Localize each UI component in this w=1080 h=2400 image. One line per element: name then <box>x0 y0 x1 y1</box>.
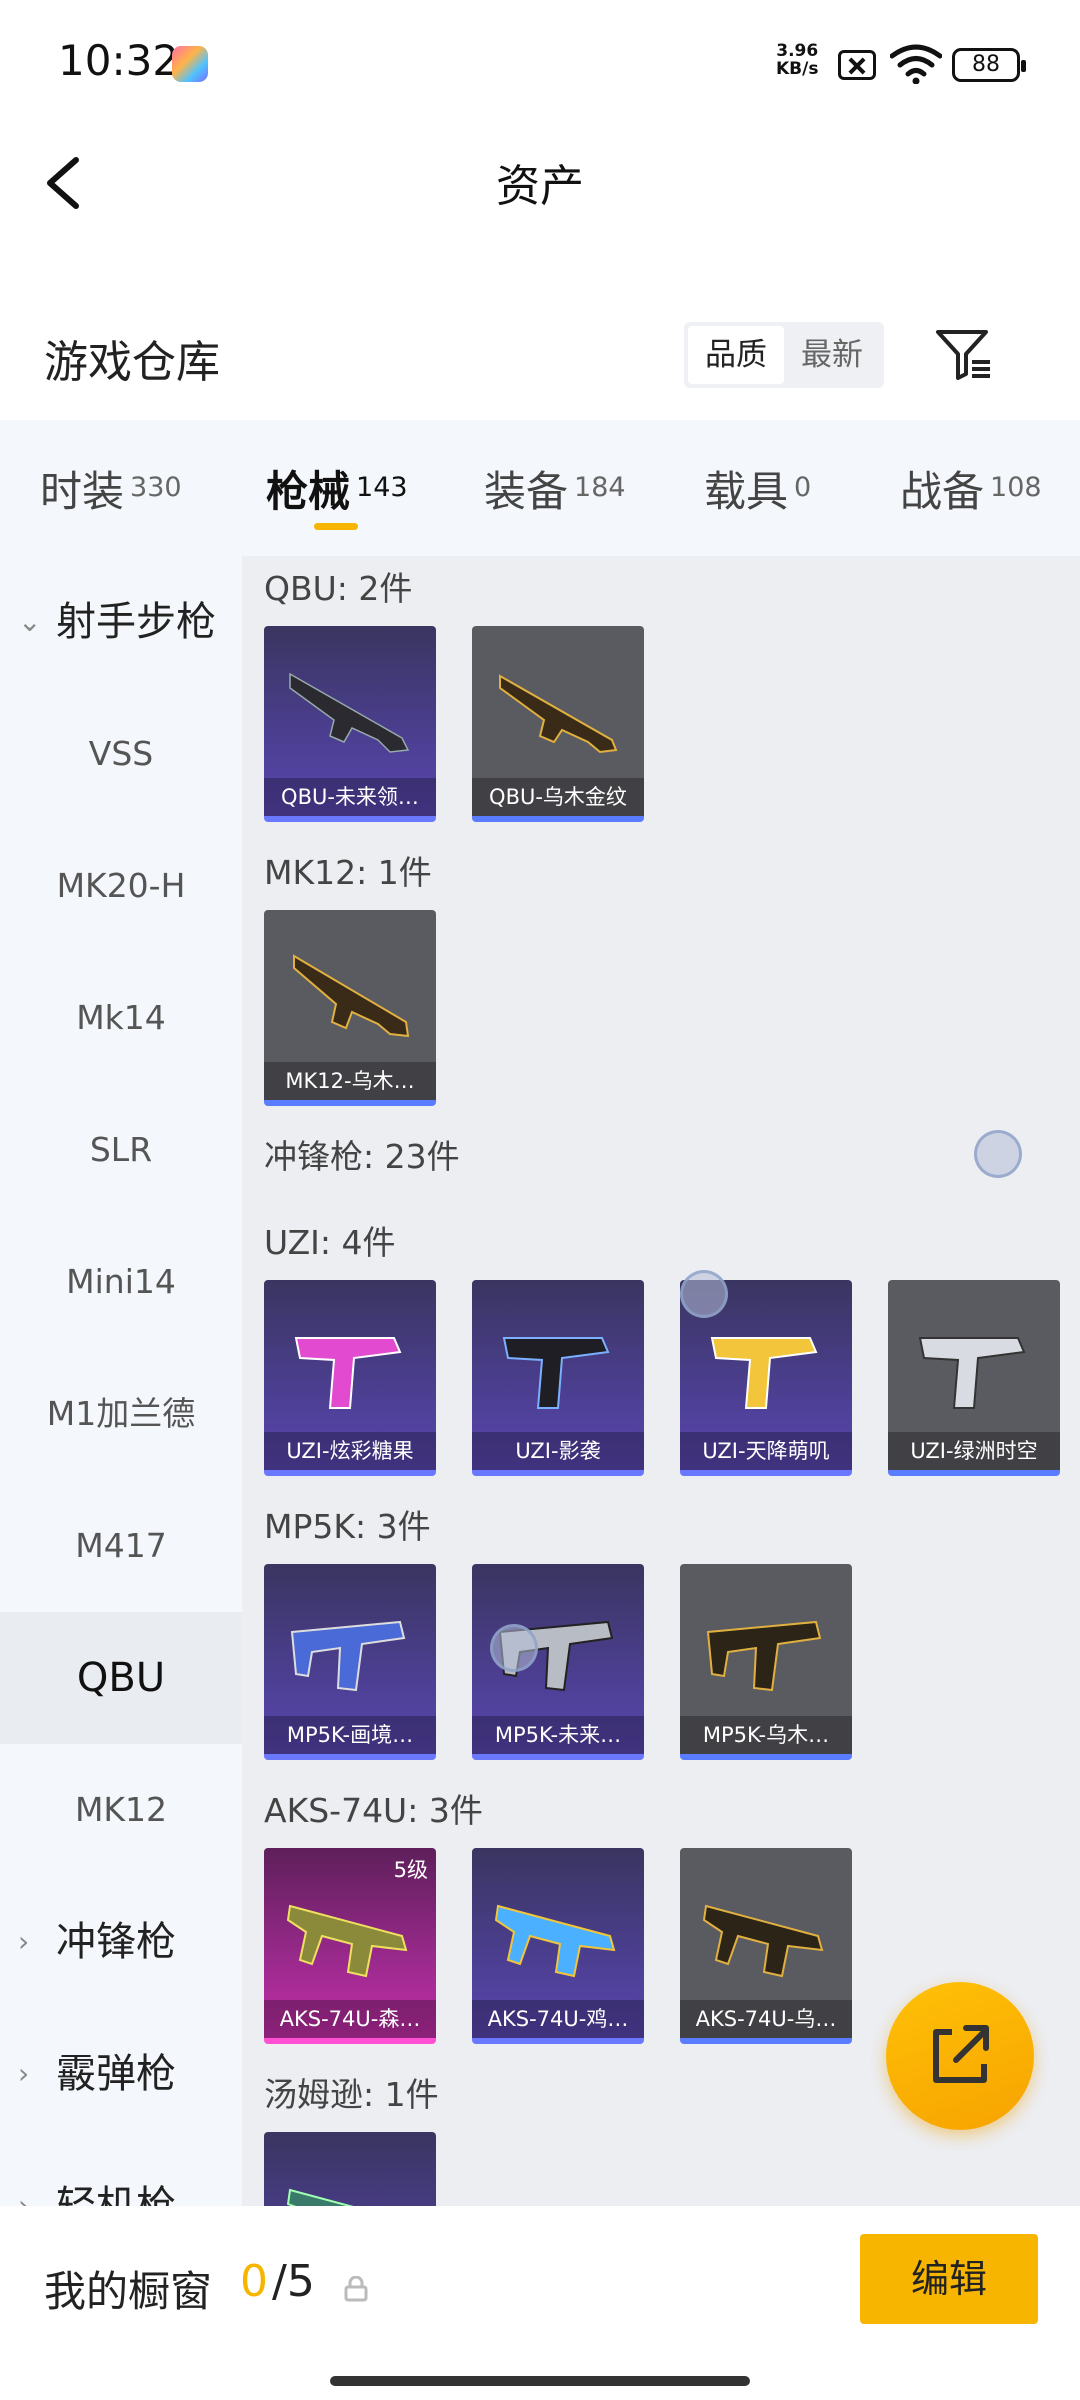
section-title-thompson: 汤姆逊: 1件 <box>264 2075 439 2114</box>
chevron-right-icon: › <box>18 1925 30 1958</box>
weapon-card[interactable]: UZI-炫彩糖果 <box>264 1280 436 1476</box>
weapon-card[interactable]: AKS-74U-乌… <box>680 1848 852 2044</box>
weapon-card[interactable]: AKS-74U-鸡… <box>472 1848 644 2044</box>
weapon-card[interactable]: MP5K-乌木… <box>680 1564 852 1760</box>
weapon-name: UZI-影袭 <box>472 1432 644 1470</box>
weapon-card[interactable]: UZI-影袭 <box>472 1280 644 1476</box>
sidebar-item-mk14[interactable]: Mk14 <box>0 952 242 1084</box>
weapon-name: AKS-74U-乌… <box>680 2000 852 2038</box>
filter-icon[interactable] <box>934 326 994 382</box>
level-badge: 5级 <box>393 1858 428 1882</box>
warehouse-title: 游戏仓库 <box>44 337 220 388</box>
weapon-name: QBU-未来领… <box>264 778 436 816</box>
section-title-mp5k: MP5K: 3件 <box>264 1507 431 1546</box>
rifle-dark-icon <box>289 672 410 753</box>
sidebar-item-mini14[interactable]: Mini14 <box>0 1216 242 1348</box>
sidebar-group-shotgun[interactable]: › 霰弹枪 <box>0 2008 242 2140</box>
network-speed-value: 3.96 <box>776 41 819 61</box>
weapon-list: QBU: 2件 QBU-未来领… QBU-乌木金纹 MK12: 1件 MK12-… <box>242 556 1080 2206</box>
weapon-name: UZI-炫彩糖果 <box>264 1432 436 1470</box>
weapon-name: UZI-天降萌叽 <box>680 1432 852 1470</box>
section-title-qbu: QBU: 2件 <box>264 569 413 608</box>
lock-icon <box>344 2276 368 2302</box>
aks-gold-icon <box>702 1904 824 1978</box>
sidebar-group-lmg[interactable]: › 轻机枪 <box>0 2140 242 2206</box>
network-speed: 3.96 KB/s <box>776 42 818 78</box>
sidebar-item-mk12[interactable]: MK12 <box>0 1744 242 1876</box>
mp5k-gold-icon <box>706 1620 822 1692</box>
weapon-name: MK12-乌木… <box>264 1062 436 1100</box>
weapon-type-sidebar: ⌄ 射手步枪 VSS MK20-H Mk14 SLR Mini14 M1加兰德 M… <box>0 556 242 2206</box>
weapon-card[interactable]: MP5K-画境… <box>264 1564 436 1760</box>
share-external-icon <box>933 2025 989 2083</box>
active-tab-indicator <box>314 523 358 530</box>
aks-camo-icon <box>286 1904 408 1978</box>
sidebar-item-vss[interactable]: VSS <box>0 688 242 820</box>
home-indicator <box>330 2376 750 2386</box>
sidebar-group-smg[interactable]: › 冲锋枪 <box>0 1876 242 2008</box>
sidebar-item-mk20h[interactable]: MK20-H <box>0 820 242 952</box>
uzi-yellow-icon <box>710 1337 818 1409</box>
chevron-down-icon: ⌄ <box>18 605 42 638</box>
showcase-current-count: 0 <box>240 2256 268 2307</box>
touch-indicator <box>680 1270 728 1318</box>
section-title-mk12: MK12: 1件 <box>264 853 432 892</box>
weapon-name: UZI-绿洲时空 <box>888 1432 1060 1470</box>
sidebar-item-qbu[interactable]: QBU <box>0 1612 242 1744</box>
sidebar-group-marksman[interactable]: ⌄ 射手步枪 <box>0 556 242 688</box>
sort-toggle: 品质 最新 <box>684 322 884 388</box>
weapon-name: MP5K-画境… <box>264 1716 436 1754</box>
weapon-name: QBU-乌木金纹 <box>472 778 644 816</box>
uzi-silver-icon <box>918 1337 1026 1409</box>
weapon-name: AKS-74U-鸡… <box>472 2000 644 2038</box>
aks-blue-icon <box>494 1904 616 1978</box>
status-time: 10:32 <box>58 36 180 85</box>
share-button[interactable] <box>886 1982 1034 2130</box>
rifle-gold-icon <box>499 674 618 754</box>
touch-indicator <box>490 1624 538 1672</box>
rifle-gold-icon <box>293 954 410 1038</box>
wifi-icon <box>890 44 942 84</box>
showcase-bar: 我的橱窗 0 /5 编辑 <box>0 2206 1080 2400</box>
sidebar-item-m1-garand[interactable]: M1加兰德 <box>0 1348 242 1480</box>
sidebar-item-slr[interactable]: SLR <box>0 1084 242 1216</box>
sort-quality-button[interactable]: 品质 <box>688 326 784 384</box>
no-sim-icon <box>838 50 876 80</box>
tab-equipment[interactable]: 装备 184 <box>484 458 626 518</box>
section-title-uzi: UZI: 4件 <box>264 1223 396 1262</box>
weapon-card[interactable] <box>264 2132 436 2206</box>
weapon-card[interactable]: 5级 AKS-74U-森… <box>264 1848 436 2044</box>
network-speed-unit: KB/s <box>776 59 819 79</box>
section-title-smg: 冲锋枪: 23件 <box>264 1137 460 1176</box>
status-bar: 10:32 3.96 KB/s 88 <box>0 0 1080 130</box>
tab-vehicles[interactable]: 载具 0 <box>704 458 811 518</box>
weapon-card[interactable]: UZI-绿洲时空 <box>888 1280 1060 1476</box>
chevron-right-icon: › <box>18 2057 30 2090</box>
uzi-dark-icon <box>502 1337 610 1409</box>
sidebar-item-m417[interactable]: M417 <box>0 1480 242 1612</box>
mp5k-blue-icon <box>290 1620 406 1692</box>
page-title: 资产 <box>496 161 584 212</box>
weapon-card[interactable]: MK12-乌木… <box>264 910 436 1106</box>
chevron-right-icon: › <box>18 2189 30 2206</box>
weapon-name: AKS-74U-森… <box>264 2000 436 2038</box>
edit-button[interactable]: 编辑 <box>860 2234 1038 2324</box>
battery-indicator: 88 <box>952 48 1026 82</box>
tab-supplies[interactable]: 战备 108 <box>900 458 1042 518</box>
category-tabs: 时装 330 枪械 143 装备 184 载具 0 战备 108 <box>0 420 1080 556</box>
weapon-name: MP5K-未来… <box>472 1716 644 1754</box>
showcase-max-count: /5 <box>272 2256 315 2307</box>
tommy-icon <box>286 2188 354 2206</box>
sort-newest-button[interactable]: 最新 <box>784 326 880 384</box>
showcase-title: 我的橱窗 <box>44 2267 213 2316</box>
tab-weapons[interactable]: 枪械 143 <box>266 458 408 518</box>
weapon-name: MP5K-乌木… <box>680 1716 852 1754</box>
game-app-icon <box>172 46 208 82</box>
weapon-card[interactable]: QBU-未来领… <box>264 626 436 822</box>
uzi-pink-icon <box>294 1337 402 1409</box>
tab-fashion[interactable]: 时装 330 <box>40 458 182 518</box>
weapon-card[interactable]: QBU-乌木金纹 <box>472 626 644 822</box>
touch-indicator <box>974 1130 1022 1178</box>
section-title-aks74u: AKS-74U: 3件 <box>264 1791 483 1830</box>
